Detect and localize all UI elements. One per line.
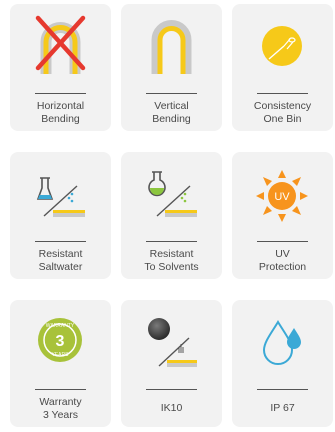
feature-label-line2: Bending	[152, 113, 191, 125]
feature-card-horizontal-bending: Horizontal Bending	[10, 4, 111, 131]
feature-label-line1: Resistant	[149, 248, 194, 260]
feature-card-vertical-bending: Vertical Bending	[121, 4, 222, 131]
feature-label: Horizontal Bending	[10, 100, 111, 126]
feature-label-line1: Resistant	[38, 248, 83, 260]
card-divider	[146, 93, 197, 94]
saltwater-flask-icon	[10, 152, 111, 234]
feature-card-ip67: IP 67	[232, 300, 333, 427]
feature-label: Warranty 3 Years	[10, 396, 111, 422]
card-divider	[35, 241, 86, 242]
horizontal-bending-crossed-icon	[10, 4, 111, 86]
card-divider	[35, 93, 86, 94]
feature-card-warranty: 3 WARRANTY YEARS Warranty 3 Years	[10, 300, 111, 427]
card-divider	[257, 93, 308, 94]
feature-label-line2: 3 Years	[42, 409, 79, 421]
feature-card-consistency: Consistency One Bin	[232, 4, 333, 131]
solvent-flask-icon	[121, 152, 222, 234]
feature-card-uv: UV UV Protection	[232, 152, 333, 279]
card-divider	[35, 389, 86, 390]
consistency-bin-icon	[232, 4, 333, 86]
feature-label-line1: UV	[275, 248, 290, 260]
feature-label: UV Protection	[232, 248, 333, 274]
feature-card-ik10: IK10	[121, 300, 222, 427]
feature-label: Resistant Saltwater	[10, 248, 111, 274]
feature-label-line1: Consistency	[253, 100, 312, 112]
feature-label: Resistant To Solvents	[121, 248, 222, 274]
feature-label-line2: One Bin	[263, 113, 302, 125]
svg-text:WARRANTY: WARRANTY	[46, 323, 75, 329]
uv-sun-icon: UV	[232, 152, 333, 234]
impact-ball-icon	[121, 300, 222, 382]
vertical-bending-icon	[121, 4, 222, 86]
feature-label-line2: Saltwater	[38, 261, 83, 273]
feature-grid: Horizontal Bending Vertical Bending Cons…	[0, 0, 335, 432]
card-divider	[257, 389, 308, 390]
feature-card-solvents: Resistant To Solvents	[121, 152, 222, 279]
svg-text:YEARS: YEARS	[52, 352, 70, 358]
water-drop-icon	[232, 300, 333, 382]
svg-text:UV: UV	[274, 191, 290, 203]
feature-label-line2: Protection	[258, 261, 307, 273]
feature-label-line2: To Solvents	[144, 261, 199, 273]
feature-label-line1: IP 67	[270, 402, 295, 414]
feature-label-line1: Horizontal	[36, 100, 85, 112]
warranty-seal-icon: 3 WARRANTY YEARS	[10, 300, 111, 382]
feature-card-saltwater: Resistant Saltwater	[10, 152, 111, 279]
feature-label-line2: Bending	[41, 113, 80, 125]
svg-text:3: 3	[56, 333, 65, 350]
feature-label-line1: Warranty	[39, 396, 82, 408]
card-divider	[146, 241, 197, 242]
feature-label: IP 67	[232, 396, 333, 415]
feature-label: Consistency One Bin	[232, 100, 333, 126]
feature-label: Vertical Bending	[121, 100, 222, 126]
card-divider	[257, 241, 308, 242]
feature-label: IK10	[121, 396, 222, 415]
card-divider	[146, 389, 197, 390]
feature-label-line1: IK10	[160, 402, 183, 414]
feature-label-line1: Vertical	[154, 100, 189, 112]
